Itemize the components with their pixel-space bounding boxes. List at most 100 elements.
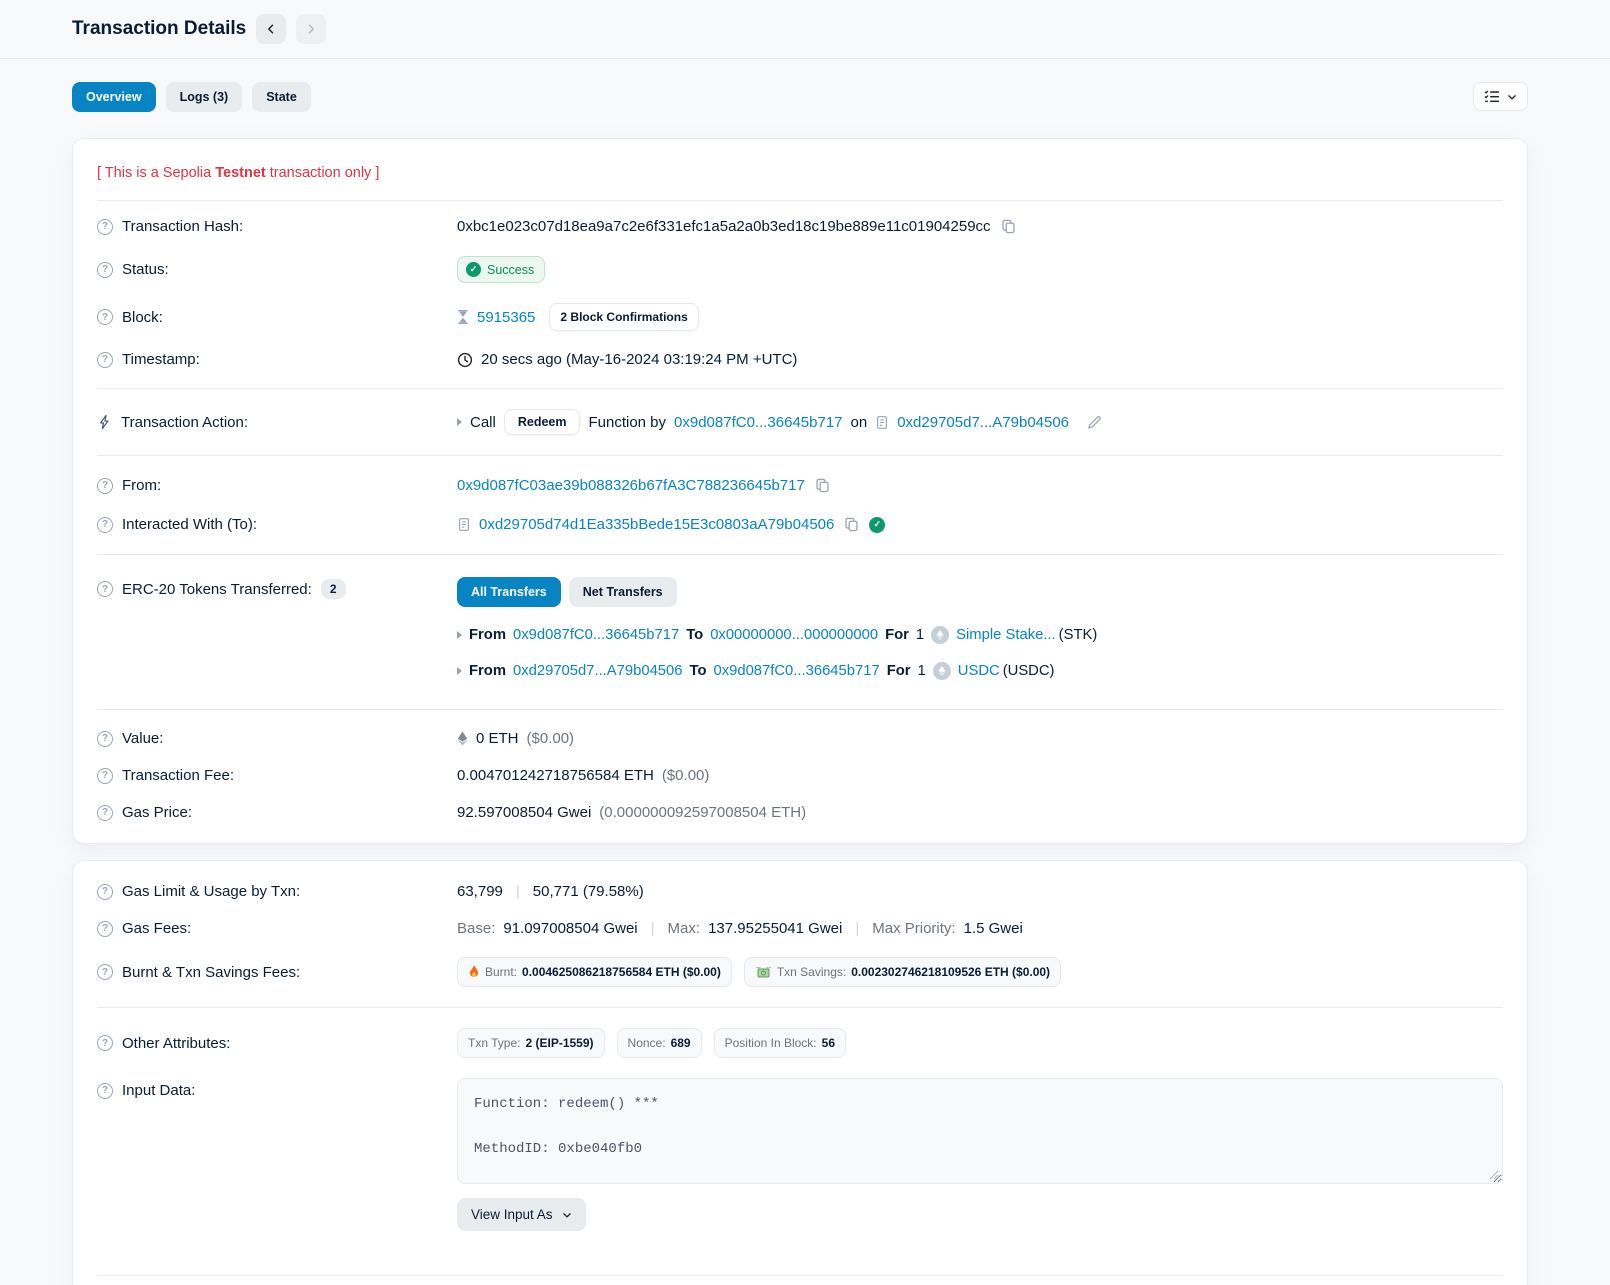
transaction-action-label: Transaction Action: — [121, 414, 248, 431]
prev-transaction-button[interactable] — [256, 14, 286, 44]
tab-logs[interactable]: Logs (3) — [166, 82, 243, 112]
pencil-icon — [1087, 415, 1102, 430]
nonce-badge: Nonce: 689 — [617, 1028, 702, 1058]
copy-to-button[interactable] — [842, 515, 861, 534]
input-data-line1: Function: redeem() *** — [474, 1093, 1486, 1115]
help-icon: ? — [97, 921, 113, 937]
transfer-from-link[interactable]: 0xd29705d7...A79b04506 — [513, 663, 683, 679]
action-method-chip: Redeem — [504, 409, 581, 435]
tab-overview[interactable]: Overview — [72, 82, 156, 112]
transfer-to-link[interactable]: 0x9d087fC0...36645b717 — [713, 663, 879, 679]
list-check-icon — [1484, 90, 1500, 103]
value-amount: 0 ETH — [476, 730, 519, 747]
toggle-all-transfers[interactable]: All Transfers — [457, 577, 561, 607]
interacted-with-label: Interacted With (To): — [122, 516, 257, 533]
transfer-item: From 0x9d087fC0...36645b717 To 0x0000000… — [457, 617, 1503, 653]
action-sender-link[interactable]: 0x9d087fC0...36645b717 — [674, 414, 842, 431]
row-burnt-savings: ? Burnt & Txn Savings Fees: Burnt: 0.004… — [97, 947, 1503, 997]
view-input-as-label: View Input As — [471, 1207, 553, 1222]
action-verb: Call — [470, 414, 496, 431]
status-text: Success — [487, 263, 534, 277]
burnt-value: 0.004625086218756584 ETH ($0.00) — [522, 965, 721, 979]
input-data-line2: MethodID: 0xbe040fb0 — [474, 1138, 1486, 1160]
transfer-token-link[interactable]: Simple Stake... — [956, 627, 1056, 643]
max-fee-value: 137.95255041 Gwei — [708, 920, 842, 937]
help-icon: ? — [97, 219, 113, 235]
file-text-icon — [457, 517, 471, 532]
action-on: on — [851, 414, 868, 431]
fee-amount: 0.004701242718756584 ETH — [457, 767, 654, 784]
value-label: Value: — [122, 730, 163, 747]
view-input-as-button[interactable]: View Input As — [457, 1198, 586, 1231]
value-usd: ($0.00) — [527, 730, 575, 747]
transfer-to-key: To — [690, 663, 707, 679]
notice-bold: Testnet — [215, 165, 266, 181]
separator: | — [850, 920, 864, 937]
copy-tx-hash-button[interactable] — [999, 217, 1018, 236]
from-address-link[interactable]: 0x9d087fC03ae39b088326b67fA3C788236645b7… — [457, 477, 805, 494]
copy-icon — [844, 517, 859, 532]
gas-details-card: ? Gas Limit & Usage by Txn: 63,799 | 50,… — [72, 860, 1528, 1285]
base-fee-value: 91.097008504 Gwei — [503, 920, 637, 937]
caret-right-icon — [457, 418, 462, 426]
chevron-down-icon — [562, 1210, 572, 1220]
row-value: ? Value: 0 ETH ($0.00) — [97, 720, 1503, 757]
tab-state[interactable]: State — [252, 82, 311, 112]
row-block: ? Block: 5915365 2 Block Confirmations — [97, 293, 1503, 341]
action-contract-link[interactable]: 0xd29705d7...A79b04506 — [897, 414, 1069, 431]
tx-hash-value: 0xbc1e023c07d18ea9a7c2e6f331efc1a5a2a0b3… — [457, 218, 991, 235]
row-gas-fees: ? Gas Fees: Base: 91.097008504 Gwei | Ma… — [97, 910, 1503, 947]
transfer-from-link[interactable]: 0x9d087fC0...36645b717 — [513, 627, 679, 643]
token-icon — [931, 626, 949, 644]
help-icon: ? — [97, 731, 113, 747]
transfer-amount: 1 — [916, 627, 924, 643]
lightning-bolt-icon — [97, 414, 112, 430]
input-data-textarea[interactable]: Function: redeem() *** MethodID: 0xbe040… — [457, 1078, 1503, 1184]
token-icon — [933, 662, 951, 680]
divider — [97, 388, 1503, 389]
next-transaction-button[interactable] — [296, 14, 326, 44]
transfer-to-key: To — [686, 627, 703, 643]
toggle-net-transfers[interactable]: Net Transfers — [569, 577, 677, 607]
transfer-to-link[interactable]: 0x00000000...000000000 — [710, 627, 878, 643]
position-value: 56 — [822, 1036, 835, 1050]
separator: | — [646, 920, 660, 937]
transfer-amount: 1 — [918, 663, 926, 679]
copy-from-button[interactable] — [813, 476, 832, 495]
divider — [97, 554, 1503, 555]
gas-price-eth: (0.000000092597008504 ETH) — [599, 804, 806, 821]
max-priority-value: 1.5 Gwei — [964, 920, 1023, 937]
block-number-link[interactable]: 5915365 — [477, 309, 535, 326]
status-label: Status: — [122, 261, 169, 278]
transfer-for-key: For — [887, 663, 911, 679]
help-icon: ? — [97, 581, 113, 597]
transfer-token-link[interactable]: USDC — [958, 663, 1000, 679]
to-address-link[interactable]: 0xd29705d74d1Ea335bBede15E3c0803aA79b045… — [479, 516, 834, 533]
max-priority-key: Max Priority: — [872, 920, 955, 937]
help-icon: ? — [97, 517, 113, 533]
transfer-item: From 0xd29705d7...A79b04506 To 0x9d087fC… — [457, 653, 1503, 689]
divider — [97, 1007, 1503, 1008]
tabs-row: Overview Logs (3) State — [0, 59, 1610, 112]
row-interacted-with: ? Interacted With (To): 0xd29705d74d1Ea3… — [97, 505, 1503, 544]
money-wings-icon — [755, 966, 772, 979]
position-in-block-badge: Position In Block: 56 — [714, 1028, 846, 1058]
resize-handle[interactable] — [1489, 1170, 1499, 1180]
tx-hash-label: Transaction Hash: — [122, 218, 243, 235]
help-icon: ? — [97, 1083, 113, 1099]
row-from: ? From: 0x9d087fC03ae39b088326b67fA3C788… — [97, 466, 1503, 505]
display-options-button[interactable] — [1473, 82, 1528, 111]
transfer-from-key: From — [469, 627, 506, 643]
transfer-for-key: For — [885, 627, 909, 643]
help-icon: ? — [97, 805, 113, 821]
help-icon: ? — [97, 884, 113, 900]
other-attributes-label: Other Attributes: — [122, 1035, 230, 1052]
gas-limit-label: Gas Limit & Usage by Txn: — [122, 883, 300, 900]
row-transaction-hash: ? Transaction Hash: 0xbc1e023c07d18ea9a7… — [97, 207, 1503, 246]
help-icon: ? — [97, 309, 113, 325]
divider — [97, 455, 1503, 456]
file-text-icon — [875, 415, 889, 430]
help-icon: ? — [97, 768, 113, 784]
chevron-right-icon — [305, 23, 317, 35]
edit-name-tag-button[interactable] — [1085, 413, 1104, 432]
